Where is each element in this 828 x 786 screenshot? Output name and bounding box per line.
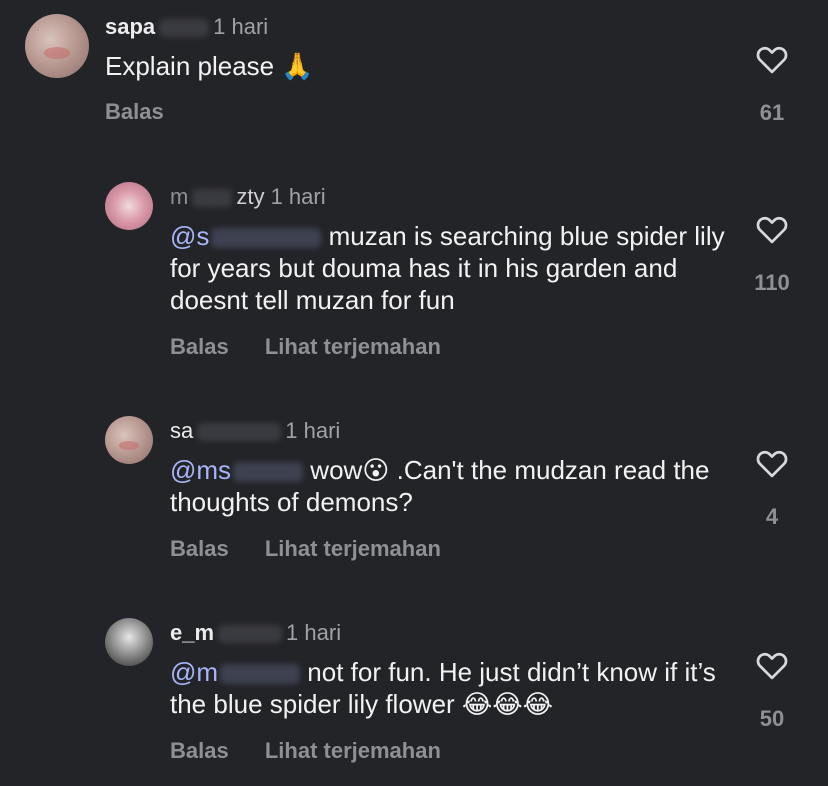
like-count: 50 <box>759 706 785 731</box>
like-count: 61 <box>759 100 785 125</box>
timestamp: 1 hari <box>270 184 326 209</box>
reply-button[interactable]: Balas <box>105 99 164 124</box>
translate-button[interactable]: Lihat terjemahan <box>265 536 441 561</box>
username[interactable]: sapa <box>105 14 155 39</box>
comment-actions: Balas Lihat terjemahan <box>170 738 471 764</box>
heart-outline-icon[interactable] <box>755 650 789 680</box>
heart-outline-icon[interactable] <box>755 44 789 74</box>
like-button[interactable]: 4 <box>744 448 800 530</box>
comment-actions: Balas Lihat terjemahan <box>170 536 471 562</box>
avatar[interactable] <box>105 182 153 230</box>
translate-button[interactable]: Lihat terjemahan <box>265 334 441 359</box>
reply-button[interactable]: Balas <box>170 536 229 561</box>
timestamp: 1 hari <box>286 620 342 645</box>
reply-button[interactable]: Balas <box>170 334 229 359</box>
timestamp: 1 hari <box>285 418 341 443</box>
like-count: 4 <box>765 504 779 529</box>
heart-outline-icon[interactable] <box>755 214 789 244</box>
like-button[interactable]: 50 <box>744 650 800 732</box>
translate-button[interactable]: Lihat terjemahan <box>265 738 441 763</box>
mention-link[interactable]: @s <box>170 221 209 251</box>
avatar[interactable] <box>105 416 153 464</box>
heart-outline-icon[interactable] <box>755 448 789 478</box>
comment-meta: sa 1 hari <box>170 418 340 444</box>
like-button[interactable]: 110 <box>744 214 800 296</box>
username[interactable]: sa <box>170 418 193 443</box>
like-button[interactable]: 61 <box>744 44 800 126</box>
avatar[interactable] <box>105 618 153 666</box>
comments-panel: sapa 1 hari Explain please 🙏 Balas 61 m zt… <box>0 0 828 786</box>
timestamp: 1 hari <box>213 14 269 39</box>
comment-text: @ms wow😮 .Can't the mudzan read the thou… <box>170 454 730 518</box>
username[interactable]: m <box>170 184 188 209</box>
username-tail: zty <box>236 184 265 209</box>
like-count: 110 <box>754 270 790 295</box>
comment-meta: m zty 1 hari <box>170 184 326 210</box>
comment-text: @m not for fun. He just didn’t know if i… <box>170 656 730 720</box>
avatar[interactable] <box>25 14 89 78</box>
mention-link[interactable]: @m <box>170 657 218 687</box>
comment-text: Explain please 🙏 <box>105 51 314 81</box>
comment-actions: Balas <box>105 99 194 125</box>
comment-meta: e_m 1 hari <box>170 620 341 646</box>
username[interactable]: e_m <box>170 620 214 645</box>
comment-actions: Balas Lihat terjemahan <box>170 334 471 360</box>
reply-button[interactable]: Balas <box>170 738 229 763</box>
mention-link[interactable]: @ms <box>170 455 231 485</box>
comment-meta: sapa 1 hari <box>105 14 268 40</box>
comment-text: @s muzan is searching blue spider lily f… <box>170 220 730 316</box>
